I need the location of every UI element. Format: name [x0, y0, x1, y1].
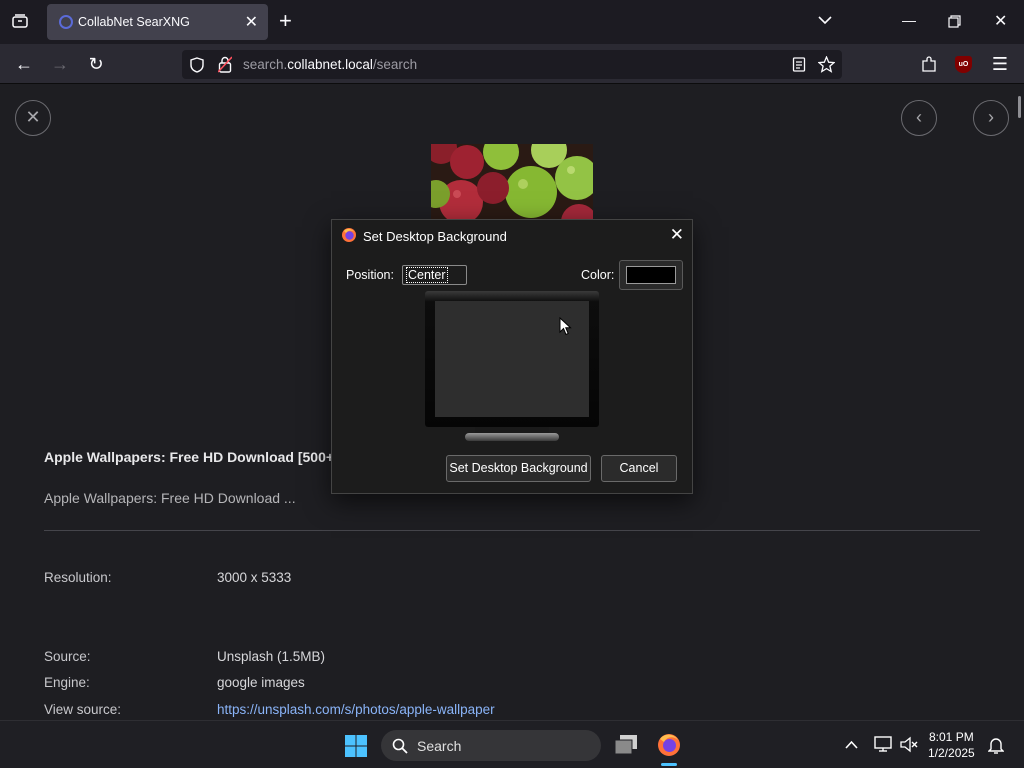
source-value: Unsplash (1.5MB) — [217, 649, 326, 664]
firefox-taskbar-icon[interactable] — [656, 732, 682, 758]
clock-date: 1/2/2025 — [928, 746, 975, 760]
engine-label: Engine: — [44, 675, 90, 690]
desktop-preview-monitor — [425, 291, 599, 441]
navigation-toolbar: ← → ↻ search.collabnet.local/search uO ☰ — [0, 44, 1024, 84]
tab-bar: CollabNet SearXNG ✕ + — ✕ — [0, 0, 1024, 44]
new-tab-button[interactable]: + — [279, 10, 292, 32]
taskbar: Search 8:01 PM 1/2/2025 — [0, 720, 1024, 768]
source-label: Source: — [44, 649, 91, 664]
search-icon — [392, 738, 408, 754]
tab-active[interactable]: CollabNet SearXNG ✕ — [47, 4, 268, 40]
color-label: Color: — [581, 268, 615, 282]
insecure-lock-icon[interactable] — [218, 56, 232, 73]
network-icon[interactable] — [874, 736, 892, 753]
taskbar-search-label: Search — [417, 738, 462, 754]
app-menu-hamburger-icon[interactable]: ☰ — [988, 52, 1012, 76]
extensions-puzzle-icon[interactable] — [921, 56, 937, 73]
dialog-title: Set Desktop Background — [363, 229, 507, 244]
reader-view-icon[interactable] — [792, 57, 806, 72]
searxng-favicon-icon — [59, 15, 73, 29]
result-description: Apple Wallpapers: Free HD Download ... — [44, 490, 296, 506]
tab-close-icon[interactable]: ✕ — [245, 12, 258, 32]
dialog-close-icon[interactable]: ✕ — [670, 225, 684, 245]
set-desktop-background-button[interactable]: Set Desktop Background — [446, 455, 591, 482]
active-app-indicator — [661, 763, 677, 766]
result-title[interactable]: Apple Wallpapers: Free HD Download [500+… — [44, 449, 348, 465]
notifications-bell-icon[interactable] — [988, 736, 1004, 754]
view-source-link[interactable]: https://unsplash.com/s/photos/apple-wall… — [217, 702, 495, 717]
tab-overview-icon[interactable] — [12, 14, 28, 28]
resolution-value: 3000 x 5333 — [217, 570, 292, 585]
windows-start-icon[interactable] — [344, 734, 368, 758]
view-source-label: View source: — [44, 702, 122, 717]
divider — [44, 530, 980, 531]
cancel-button[interactable]: Cancel — [601, 455, 677, 482]
show-hidden-icons-chevron-icon[interactable] — [845, 740, 858, 749]
restore-button[interactable] — [948, 15, 961, 28]
minimize-button[interactable]: — — [902, 12, 916, 28]
volume-muted-icon[interactable] — [900, 736, 918, 753]
bookmark-star-icon[interactable] — [818, 56, 835, 73]
forward-button[interactable]: → — [48, 52, 72, 76]
tracking-protection-shield-icon[interactable] — [190, 57, 204, 73]
previous-result-button[interactable]: ‹ — [901, 100, 937, 136]
resolution-label: Resolution: — [44, 570, 112, 585]
firefox-logo-icon — [342, 228, 356, 242]
url-bar[interactable]: search.collabnet.local/search — [182, 50, 842, 79]
apple-wallpaper-image[interactable] — [431, 144, 593, 220]
close-window-button[interactable]: ✕ — [994, 11, 1007, 31]
engine-value: google images — [217, 675, 305, 690]
list-all-tabs-chevron-icon[interactable] — [817, 14, 833, 26]
position-label: Position: — [346, 268, 394, 282]
tab-title: CollabNet SearXNG — [78, 15, 190, 29]
task-view-icon[interactable] — [613, 733, 639, 757]
clock-time: 8:01 PM — [929, 730, 974, 744]
reload-button[interactable]: ↻ — [84, 52, 108, 76]
mouse-cursor-icon — [559, 317, 572, 336]
color-swatch — [626, 266, 676, 284]
close-detail-button[interactable]: ✕ — [15, 100, 51, 136]
taskbar-search-box[interactable]: Search — [381, 730, 601, 761]
url-text[interactable]: search.collabnet.local/search — [243, 57, 417, 72]
set-desktop-background-dialog: Set Desktop Background ✕ Position: Cente… — [331, 219, 693, 494]
back-button[interactable]: ← — [12, 52, 36, 76]
ublock-origin-icon[interactable]: uO — [955, 56, 972, 73]
color-picker-button[interactable] — [619, 260, 683, 290]
position-select[interactable]: Center — [402, 265, 467, 285]
scrollbar-thumb[interactable] — [1018, 96, 1021, 118]
system-clock[interactable]: 8:01 PM 1/2/2025 — [928, 729, 975, 761]
next-result-button[interactable]: › — [973, 100, 1009, 136]
